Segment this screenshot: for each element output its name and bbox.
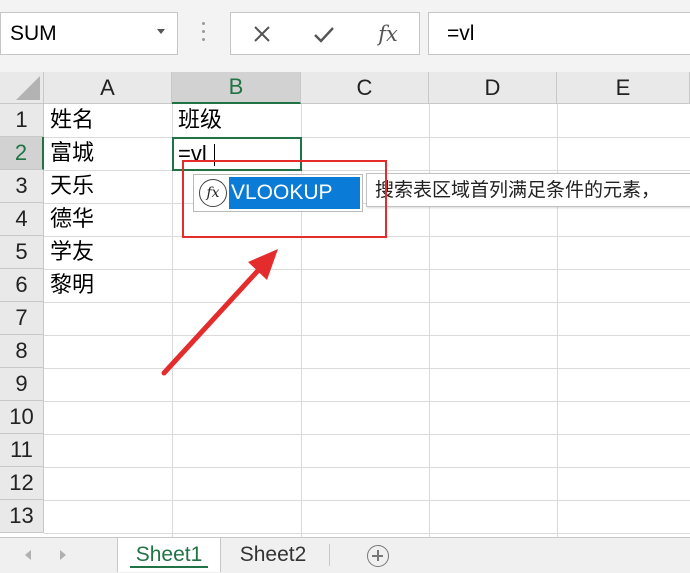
formula-input[interactable]: =vl [428,12,690,55]
gridline [44,467,690,468]
column-header-a[interactable]: A [44,72,172,104]
annotation-highlight-box [182,160,387,238]
fx-icon: fx [378,22,398,46]
gridline [429,104,430,537]
worksheet-grid[interactable]: A B C D E 1 2 3 4 5 6 7 8 9 10 11 12 13 … [0,72,690,537]
scroll-tabs-left-icon[interactable] [25,550,31,560]
formula-bar-area: SUM fx =vl [0,0,690,72]
column-header-d[interactable]: D [429,72,557,104]
column-header-b[interactable]: B [172,72,301,104]
row-header-2[interactable]: 2 [0,137,44,170]
x-icon [254,26,270,42]
row-header-12[interactable]: 12 [0,467,44,500]
row-header-8[interactable]: 8 [0,335,44,368]
cell-a4[interactable]: 德华 [50,205,94,235]
formula-text: =vl [447,22,475,45]
sheet-tab-bar: Sheet1 Sheet2 [0,537,690,573]
gridline [44,302,690,303]
row-header-7[interactable]: 7 [0,302,44,335]
enter-button[interactable] [307,18,341,50]
chevron-down-icon[interactable] [157,29,165,34]
row-header-11[interactable]: 11 [0,434,44,467]
gridline [44,137,690,138]
cell-b1[interactable]: 班级 [178,106,222,136]
gridline [44,533,690,534]
check-icon [314,27,334,43]
row-header-10[interactable]: 10 [0,401,44,434]
row-header-9[interactable]: 9 [0,368,44,401]
name-box-value: SUM [10,22,57,45]
select-all-button[interactable] [0,72,44,104]
gridline [557,104,558,537]
scroll-tabs-right-icon[interactable] [60,550,66,560]
cell-a1[interactable]: 姓名 [50,106,94,136]
row-header-6[interactable]: 6 [0,269,44,302]
drag-handle[interactable] [201,22,207,46]
gridline [44,335,690,336]
gridline [44,434,690,435]
cell-a5[interactable]: 学友 [50,238,94,268]
tab-divider [329,544,330,566]
formula-buttons: fx [230,12,420,55]
cell-a2[interactable]: 富城 [50,139,94,169]
gridline [44,500,690,501]
row-header-5[interactable]: 5 [0,236,44,269]
sheet-tab-sheet2[interactable]: Sheet2 [224,538,322,572]
function-tooltip: 搜索表区域首列满足条件的元素， [366,173,690,207]
gridline [44,401,690,402]
column-header-c[interactable]: C [301,72,429,104]
gridline [44,368,690,369]
cell-a3[interactable]: 天乐 [50,172,94,202]
sheet-tab-sheet1[interactable]: Sheet1 [117,538,221,572]
column-header-e[interactable]: E [557,72,690,104]
row-header-3[interactable]: 3 [0,170,44,203]
name-box[interactable]: SUM [0,12,178,55]
gridline [44,269,690,270]
annotation-arrow-icon [161,249,278,376]
insert-function-button[interactable]: fx [371,18,405,50]
cell-a6[interactable]: 黎明 [50,271,94,301]
row-header-13[interactable]: 13 [0,500,44,533]
row-header-1[interactable]: 1 [0,104,44,137]
cancel-button[interactable] [245,18,279,50]
add-sheet-icon[interactable] [367,545,389,567]
row-header-4[interactable]: 4 [0,203,44,236]
